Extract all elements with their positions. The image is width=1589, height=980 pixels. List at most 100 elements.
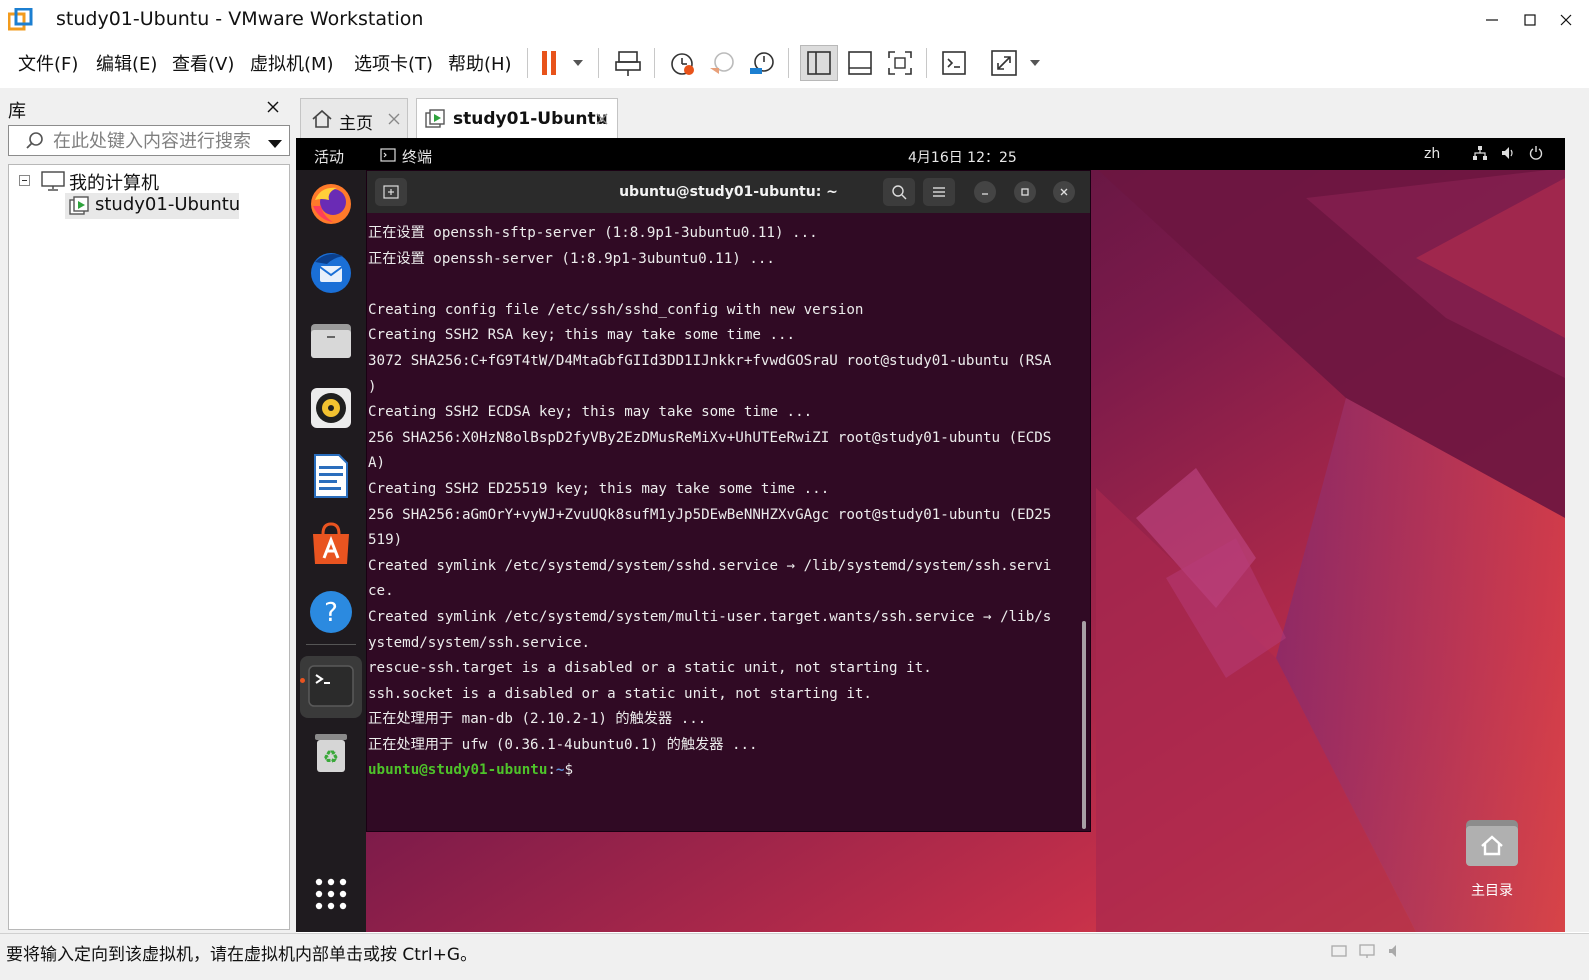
thumbnail-bar-icon[interactable] xyxy=(842,45,878,81)
thunderbird-icon[interactable] xyxy=(307,248,355,296)
device-network-icon[interactable] xyxy=(1358,942,1376,964)
minimize-window-button[interactable] xyxy=(1478,6,1506,34)
tree-collapse-toggle[interactable] xyxy=(19,175,30,186)
terminal-headerbar: ubuntu@study01-ubuntu: ~ xyxy=(367,171,1090,213)
terminal-close-icon[interactable] xyxy=(1053,181,1075,203)
app-center-icon[interactable] xyxy=(307,520,355,568)
terminal-line: 519) xyxy=(368,532,403,549)
console-view-icon[interactable] xyxy=(936,45,972,81)
stretch-guest-icon[interactable] xyxy=(986,45,1046,81)
toolbar-separator xyxy=(654,48,655,78)
terminal-line: ce. xyxy=(368,583,394,600)
window-title: study01-Ubuntu - VMware Workstation xyxy=(56,8,424,30)
terminal-window[interactable]: ubuntu@study01-ubuntu: ~ 正在设置 openssh-sf… xyxy=(366,170,1091,832)
help-icon[interactable]: ? xyxy=(307,588,355,636)
network-icon xyxy=(1472,145,1488,165)
clock[interactable]: 4月16日 12：25 xyxy=(908,147,1017,167)
terminal-line: Creating SSH2 ED25519 key; this may take… xyxy=(368,480,830,497)
terminal-output[interactable]: 正在设置 openssh-sftp-server (1:8.9p1-3ubunt… xyxy=(367,213,1090,831)
app-menu-terminal[interactable]: 终端 xyxy=(380,146,432,167)
terminal-maximize-icon[interactable] xyxy=(1014,181,1036,203)
input-language-indicator[interactable]: zh xyxy=(1424,146,1440,162)
library-close-icon[interactable] xyxy=(262,96,284,118)
tab-home-close-icon[interactable] xyxy=(385,110,403,128)
vm-running-icon xyxy=(69,196,91,220)
system-status-area[interactable] xyxy=(1472,145,1544,165)
terminal-scrollbar[interactable] xyxy=(1082,621,1086,829)
library-tree: 我的计算机 study01-Ubuntu xyxy=(8,164,290,930)
pause-vm-button[interactable] xyxy=(536,45,590,81)
rhythmbox-icon[interactable] xyxy=(307,384,355,432)
toolbar-separator xyxy=(788,48,789,78)
menu-tabs[interactable]: 选项卡(T) xyxy=(354,50,433,76)
tab-home[interactable]: 主页 xyxy=(300,98,408,138)
tree-root-my-computer[interactable]: 我的计算机 xyxy=(69,169,159,195)
show-library-icon[interactable] xyxy=(800,45,838,81)
snapshot-manager-icon[interactable] xyxy=(744,45,780,81)
gnome-top-bar: 活动 终端 4月16日 12：25 zh xyxy=(296,138,1565,170)
library-search-input[interactable] xyxy=(53,130,253,152)
terminal-line: 正在处理用于 man-db (2.10.2-1) 的触发器 ... xyxy=(368,711,707,728)
terminal-line: 256 SHA256:aGmOrY+vyWJ+ZvuUQk8sufM1yJp5D… xyxy=(368,506,1052,523)
terminal-line: 256 SHA256:X0HzN8olBspD2fyVBy2EzDMusReMi… xyxy=(368,429,1052,446)
terminal-line: rescue-ssh.target is a disabled or a sta… xyxy=(368,660,932,677)
take-snapshot-icon[interactable] xyxy=(664,45,700,81)
terminal-line: 正在设置 openssh-server (1:8.9p1-3ubuntu0.11… xyxy=(368,250,775,267)
terminal-line: Creating config file /etc/ssh/sshd_confi… xyxy=(368,301,864,318)
toolbar-separator xyxy=(598,48,599,78)
prompt-user-host: ubuntu@study01-ubuntu xyxy=(368,762,548,779)
show-apps-grid-icon[interactable] xyxy=(307,870,355,918)
dock-separator xyxy=(306,644,356,645)
library-header: 库 xyxy=(0,88,296,126)
terminal-minimize-icon[interactable] xyxy=(974,181,996,203)
send-ctrl-alt-del-icon[interactable] xyxy=(608,45,648,81)
vm-display[interactable]: 活动 终端 4月16日 12：25 zh ? ♻ ubuntu@study01-… xyxy=(296,138,1565,932)
search-icon xyxy=(25,131,45,155)
terminal-line: Created symlink /etc/systemd/system/mult… xyxy=(368,608,1052,625)
menu-vm[interactable]: 虚拟机(M) xyxy=(250,50,334,76)
activities-button[interactable]: 活动 xyxy=(314,146,344,167)
volume-icon xyxy=(1500,145,1516,165)
vmware-logo-icon xyxy=(7,7,34,32)
dock-terminal-highlight[interactable] xyxy=(300,656,362,718)
terminal-line: Creating SSH2 ECDSA key; this may take s… xyxy=(368,404,813,421)
tab-vm-close-icon[interactable] xyxy=(593,110,611,128)
revert-snapshot-icon[interactable] xyxy=(704,45,740,81)
maximize-window-button[interactable] xyxy=(1516,6,1544,34)
close-window-button[interactable] xyxy=(1552,6,1580,34)
prompt-separator: : xyxy=(547,762,556,779)
terminal-menu-icon[interactable] xyxy=(923,178,955,206)
search-dropdown-icon[interactable] xyxy=(267,135,283,154)
running-indicator-dot xyxy=(300,678,305,683)
tree-item-vm-label: study01-Ubuntu xyxy=(95,194,241,215)
libreoffice-writer-icon[interactable] xyxy=(307,452,355,500)
menu-help[interactable]: 帮助(H) xyxy=(448,50,512,76)
device-disk-icon[interactable] xyxy=(1330,942,1348,964)
menu-edit[interactable]: 编辑(E) xyxy=(96,50,157,76)
terminal-line: ) xyxy=(368,378,377,395)
tab-vm-label: study01-Ubuntu xyxy=(453,109,608,129)
desktop-home-label: 主目录 xyxy=(1471,883,1513,899)
tree-item-vm[interactable]: study01-Ubuntu xyxy=(65,193,241,220)
menu-file[interactable]: 文件(F) xyxy=(18,50,78,76)
desktop-home-folder[interactable]: 主目录 xyxy=(1456,814,1528,902)
firefox-icon[interactable] xyxy=(307,180,355,228)
toolbar-separator xyxy=(926,48,927,78)
tab-vm[interactable]: study01-Ubuntu xyxy=(416,98,618,139)
menu-view[interactable]: 查看(V) xyxy=(172,50,234,76)
toolbar-separator xyxy=(527,48,528,78)
terminal-line: 正在设置 openssh-sftp-server (1:8.9p1-3ubunt… xyxy=(368,225,818,241)
files-icon[interactable] xyxy=(307,316,355,364)
trash-icon[interactable]: ♻ xyxy=(307,728,355,776)
svg-text:♻: ♻ xyxy=(323,747,339,768)
computer-icon xyxy=(41,171,65,195)
terminal-line: 正在处理用于 ufw (0.36.1-4ubuntu0.1) 的触发器 ... xyxy=(368,736,758,753)
svg-text:?: ? xyxy=(324,598,338,628)
full-screen-icon[interactable] xyxy=(882,45,918,81)
device-status-icons xyxy=(1330,942,1404,964)
menu-toolbar: 文件(F) 编辑(E) 查看(V) 虚拟机(M) 选项卡(T) 帮助(H) xyxy=(0,40,1589,86)
terminal-search-icon[interactable] xyxy=(883,178,915,206)
device-sound-icon[interactable] xyxy=(1386,942,1404,964)
home-icon xyxy=(311,109,333,133)
